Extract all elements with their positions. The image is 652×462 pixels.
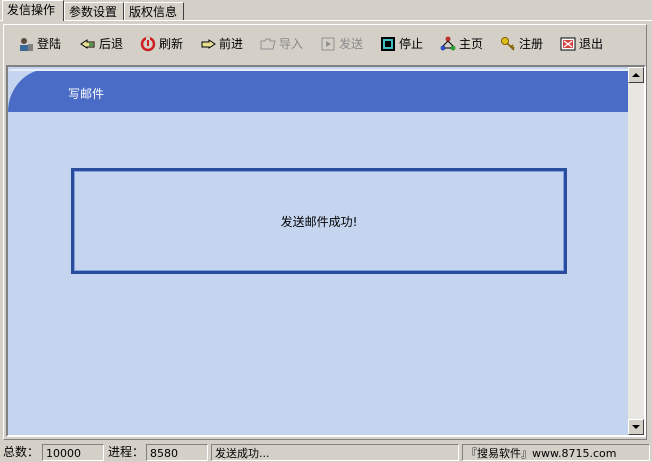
login-button[interactable]: 登陆: [18, 31, 61, 57]
arrow-down-icon: [632, 425, 640, 429]
compose-title: 写邮件: [68, 87, 105, 101]
arrow-up-icon: [632, 73, 640, 77]
scroll-up-button[interactable]: [628, 67, 644, 83]
tab-bar: 发信操作 参数设置 版权信息: [0, 0, 652, 22]
folder-icon: [260, 36, 276, 52]
send-button[interactable]: 发送: [320, 31, 363, 57]
scroll-down-button[interactable]: [628, 419, 644, 435]
refresh-button[interactable]: 刷新: [140, 31, 183, 57]
tab-send-operation[interactable]: 发信操作: [2, 0, 64, 21]
exit-icon: [560, 36, 576, 52]
result-message: 发送邮件成功!: [280, 214, 358, 229]
stop-button[interactable]: 停止: [380, 31, 423, 57]
home-button[interactable]: 主页: [440, 31, 483, 57]
browser-view[interactable]: 写邮件 发送邮件成功!: [6, 65, 646, 437]
tab-copyright[interactable]: 版权信息: [124, 2, 184, 20]
tab-parameters[interactable]: 参数设置: [64, 2, 124, 20]
back-button[interactable]: 后退: [80, 31, 123, 57]
user-icon: [18, 36, 34, 52]
progress-label: 进程：: [108, 445, 145, 459]
key-icon: [500, 36, 516, 52]
progress-value: 8580: [146, 444, 208, 461]
compose-header: 写邮件: [8, 69, 630, 112]
total-label: 总数：: [3, 445, 40, 459]
stop-icon: [380, 36, 396, 52]
play-icon: [320, 36, 336, 52]
refresh-icon: [140, 36, 156, 52]
import-button[interactable]: 导入: [260, 31, 303, 57]
brand-text: 『搜易软件』www.8715.com: [462, 444, 650, 461]
vertical-scrollbar[interactable]: [628, 67, 644, 435]
status-bar: 总数： 10000 进程： 8580 发送成功... 『搜易软件』www.871…: [0, 443, 652, 462]
exit-button[interactable]: 退出: [560, 31, 603, 57]
hand-right-icon: [200, 36, 216, 52]
forward-button[interactable]: 前进: [200, 31, 243, 57]
status-message: 发送成功...: [211, 444, 459, 461]
total-value: 10000: [42, 444, 104, 461]
result-message-box: 发送邮件成功!: [71, 168, 567, 274]
hand-left-icon: [80, 36, 96, 52]
register-button[interactable]: 注册: [500, 31, 543, 57]
network-icon: [440, 36, 456, 52]
